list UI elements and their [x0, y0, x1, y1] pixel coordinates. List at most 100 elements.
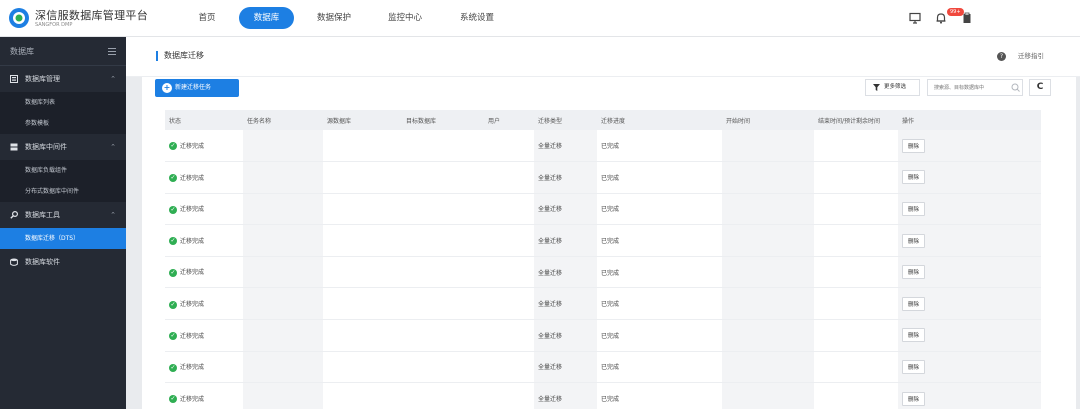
cell-task-name	[243, 287, 323, 321]
cell-actions: 删除	[898, 193, 1041, 226]
cell-source-db	[323, 130, 402, 163]
nav-system-settings[interactable]: 系统设置	[446, 7, 508, 29]
sidebar-group-label: 数据库工具	[25, 211, 60, 219]
status-text: 迁移完成	[180, 364, 205, 372]
cell-start-time	[722, 287, 814, 321]
column-header-status[interactable]: 状态	[165, 110, 243, 130]
delete-button[interactable]: 删除	[902, 391, 926, 406]
cell-task-name	[243, 224, 323, 257]
sidebar-group-tools[interactable]: 数据库工具 ⌃	[0, 202, 126, 228]
status-text: 迁移完成	[180, 395, 205, 403]
cell-source-db	[323, 351, 402, 384]
sidebar-item-database-list[interactable]: 数据库列表	[0, 92, 126, 113]
sidebar-item-load-component[interactable]: 数据库负载组件	[0, 160, 126, 181]
table-row[interactable]: ✓ 迁移完成 全量迁移 已完成 删除	[165, 256, 1041, 289]
table-row[interactable]: ✓ 迁移完成 全量迁移 已完成 删除	[165, 161, 1041, 194]
cell-source-db	[323, 319, 402, 352]
cell-user	[484, 130, 534, 163]
sidebar-item-distributed-middleware[interactable]: 分布式数据库中间件	[0, 181, 126, 202]
table-row[interactable]: ✓ 迁移完成 全量迁移 已完成 删除	[165, 193, 1041, 226]
chevron-up-icon: ⌃	[110, 75, 116, 83]
tool-icon	[10, 211, 18, 219]
delete-button[interactable]: 删除	[902, 170, 926, 185]
page-title: 数据库迁移	[156, 51, 204, 61]
column-header-end-time[interactable]: 结束时间/预计剩余时间	[814, 110, 898, 130]
cell-migration-type: 全量迁移	[534, 382, 597, 409]
sidebar-group-middleware[interactable]: 数据库中间件 ⌃	[0, 134, 126, 160]
cell-actions: 删除	[898, 319, 1041, 352]
nav-data-protection[interactable]: 数据保护	[304, 7, 364, 29]
table-row[interactable]: ✓ 迁移完成 全量迁移 已完成 删除	[165, 130, 1041, 163]
table-row[interactable]: ✓ 迁移完成 全量迁移 已完成 删除	[165, 382, 1041, 409]
cell-migration-type: 全量迁移	[534, 287, 597, 321]
monitor-icon[interactable]	[909, 12, 921, 24]
sidebar-item-param-template[interactable]: 参数模板	[0, 113, 126, 134]
column-header-task-name[interactable]: 任务名称	[243, 110, 323, 130]
cell-target-db	[402, 287, 484, 321]
search-input[interactable]	[927, 79, 1023, 96]
nav-home[interactable]: 首页	[185, 7, 229, 29]
sidebar-group-software[interactable]: 数据库软件	[0, 249, 126, 275]
delete-button[interactable]: 删除	[902, 265, 926, 280]
cell-target-db	[402, 130, 484, 163]
collapse-menu-icon[interactable]	[108, 48, 116, 55]
cell-status: ✓ 迁移完成	[165, 382, 243, 409]
cell-progress: 已完成	[597, 224, 722, 257]
clipboard-icon[interactable]	[961, 12, 973, 24]
nav-database[interactable]: 数据库	[239, 7, 294, 29]
cell-start-time	[722, 351, 814, 384]
column-header-target-db[interactable]: 目标数据库	[402, 110, 484, 130]
column-header-start-time[interactable]: 开始时间	[722, 110, 814, 130]
cell-task-name	[243, 319, 323, 352]
delete-button[interactable]: 删除	[902, 138, 926, 153]
check-circle-icon: ✓	[169, 237, 177, 246]
cell-start-time	[722, 193, 814, 226]
delete-button[interactable]: 删除	[902, 233, 926, 248]
delete-button[interactable]: 删除	[902, 359, 926, 374]
cell-status: ✓ 迁移完成	[165, 319, 243, 352]
cell-end-time	[814, 351, 898, 384]
table-row[interactable]: ✓ 迁移完成 全量迁移 已完成 删除	[165, 351, 1041, 384]
column-header-source-db[interactable]: 源数据库	[323, 110, 402, 130]
cell-actions: 删除	[898, 161, 1041, 194]
cell-progress: 已完成	[597, 161, 722, 194]
new-migration-task-button[interactable]: + 新建迁移任务	[155, 79, 239, 97]
sidebar-item-dts[interactable]: 数据库迁移（DTS）	[0, 228, 126, 249]
table-row[interactable]: ✓ 迁移完成 全量迁移 已完成 删除	[165, 319, 1041, 352]
cell-source-db	[323, 382, 402, 409]
nav-monitor-center[interactable]: 监控中心	[374, 7, 436, 29]
table-row[interactable]: ✓ 迁移完成 全量迁移 已完成 删除	[165, 224, 1041, 257]
delete-button[interactable]: 删除	[902, 328, 926, 343]
cell-end-time	[814, 382, 898, 409]
status-text: 迁移完成	[180, 269, 205, 277]
delete-button[interactable]: 删除	[902, 201, 926, 216]
check-circle-icon: ✓	[169, 142, 177, 151]
cell-actions: 删除	[898, 382, 1041, 409]
cell-start-time	[722, 224, 814, 257]
migration-guide-link[interactable]: 迁移指引	[1018, 51, 1044, 61]
delete-button[interactable]: 删除	[902, 296, 926, 311]
column-header-migration-type[interactable]: 迁移类型	[534, 110, 597, 130]
refresh-button[interactable]: C	[1029, 79, 1051, 96]
status-text: 迁移完成	[180, 206, 205, 214]
cell-migration-type: 全量迁移	[534, 256, 597, 289]
sidebar-group-database-manage[interactable]: 数据库管理 ⌃	[0, 66, 126, 92]
cell-status: ✓ 迁移完成	[165, 130, 243, 163]
check-circle-icon: ✓	[169, 174, 177, 183]
search-icon[interactable]	[1011, 83, 1020, 92]
brand-logo-icon[interactable]	[8, 7, 30, 29]
cell-user	[484, 256, 534, 289]
column-header-progress[interactable]: 迁移进度	[597, 110, 722, 130]
column-header-user[interactable]: 用户	[484, 110, 534, 130]
more-filter-label: 更多筛选	[884, 84, 907, 90]
cell-end-time	[814, 256, 898, 289]
cell-user	[484, 382, 534, 409]
cell-status: ✓ 迁移完成	[165, 161, 243, 194]
help-icon[interactable]: ?	[997, 52, 1006, 61]
migration-task-table: 状态 任务名称 源数据库 目标数据库 用户 迁移类型 迁移进度 开始时间 结束时…	[165, 110, 1041, 409]
table-row[interactable]: ✓ 迁移完成 全量迁移 已完成 删除	[165, 287, 1041, 321]
bell-icon[interactable]	[935, 12, 947, 24]
cell-source-db	[323, 224, 402, 257]
more-filter-button[interactable]: 更多筛选	[865, 79, 920, 96]
status-text: 迁移完成	[180, 174, 205, 182]
